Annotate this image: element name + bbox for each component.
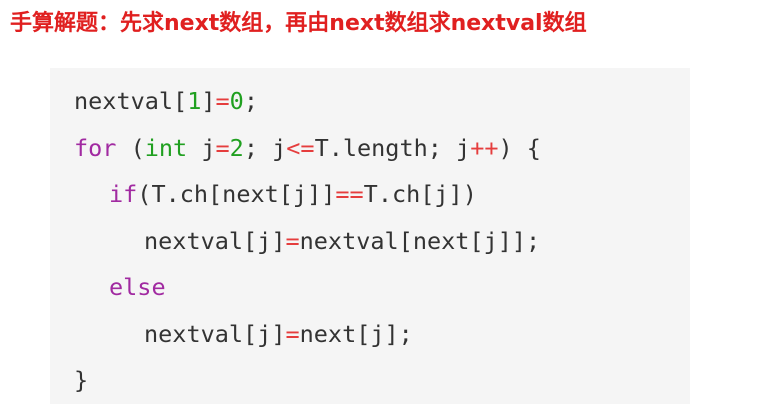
code-token-number: 2: [229, 133, 244, 162]
code-token-plain: nextval[next[j]];: [299, 226, 541, 255]
code-token-plain: ;: [243, 87, 258, 115]
code-line: if(T.ch[next[j]]==T.ch[j]): [109, 179, 477, 209]
code-token-plain: nextval[j]: [144, 226, 286, 255]
code-token-operator: =: [215, 133, 230, 162]
code-line: else: [109, 272, 166, 302]
code-token-number: 0: [229, 87, 244, 115]
code-block: nextval[1]=0; for (int j=2; j<=T.length; …: [50, 68, 690, 404]
code-token-number: 1: [187, 87, 202, 115]
code-token-operator: =: [285, 319, 300, 348]
code-token-plain: ) {: [498, 133, 541, 162]
code-token-plain: (: [116, 133, 145, 162]
code-line: nextval[1]=0;: [74, 86, 258, 116]
code-token-plain: ; j: [243, 133, 287, 162]
code-line: for (int j=2; j<=T.length; j++) {: [74, 133, 541, 163]
code-line: nextval[j]=next[j];: [144, 319, 413, 349]
code-token-plain: next[j];: [299, 319, 413, 348]
code-token-operator: ++: [470, 133, 499, 162]
code-token-plain: ]: [201, 87, 216, 115]
code-token-type: int: [144, 133, 188, 162]
code-line: nextval[j]=nextval[next[j]];: [144, 226, 540, 256]
code-line: }: [74, 365, 88, 395]
code-token-operator: ==: [335, 180, 364, 208]
code-token-keyword: for: [74, 133, 117, 162]
code-token-operator: =: [215, 87, 230, 115]
page-heading: 手算解题：先求next数组，再由next数组求nextval数组: [10, 11, 587, 36]
code-token-plain: }: [74, 366, 89, 394]
code-token-plain: nextval[: [74, 87, 188, 115]
code-token-plain: T.length; j: [314, 133, 471, 162]
code-token-operator: =: [285, 226, 300, 255]
code-token-plain: (T.ch[next[j]]: [137, 180, 336, 208]
code-token-keyword: else: [109, 273, 166, 301]
code-token-operator: <=: [286, 133, 315, 162]
code-token-plain: j: [187, 133, 216, 162]
code-token-plain: nextval[j]: [144, 319, 286, 348]
code-token-plain: T.ch[j]): [363, 180, 477, 208]
code-token-keyword: if: [109, 180, 138, 208]
